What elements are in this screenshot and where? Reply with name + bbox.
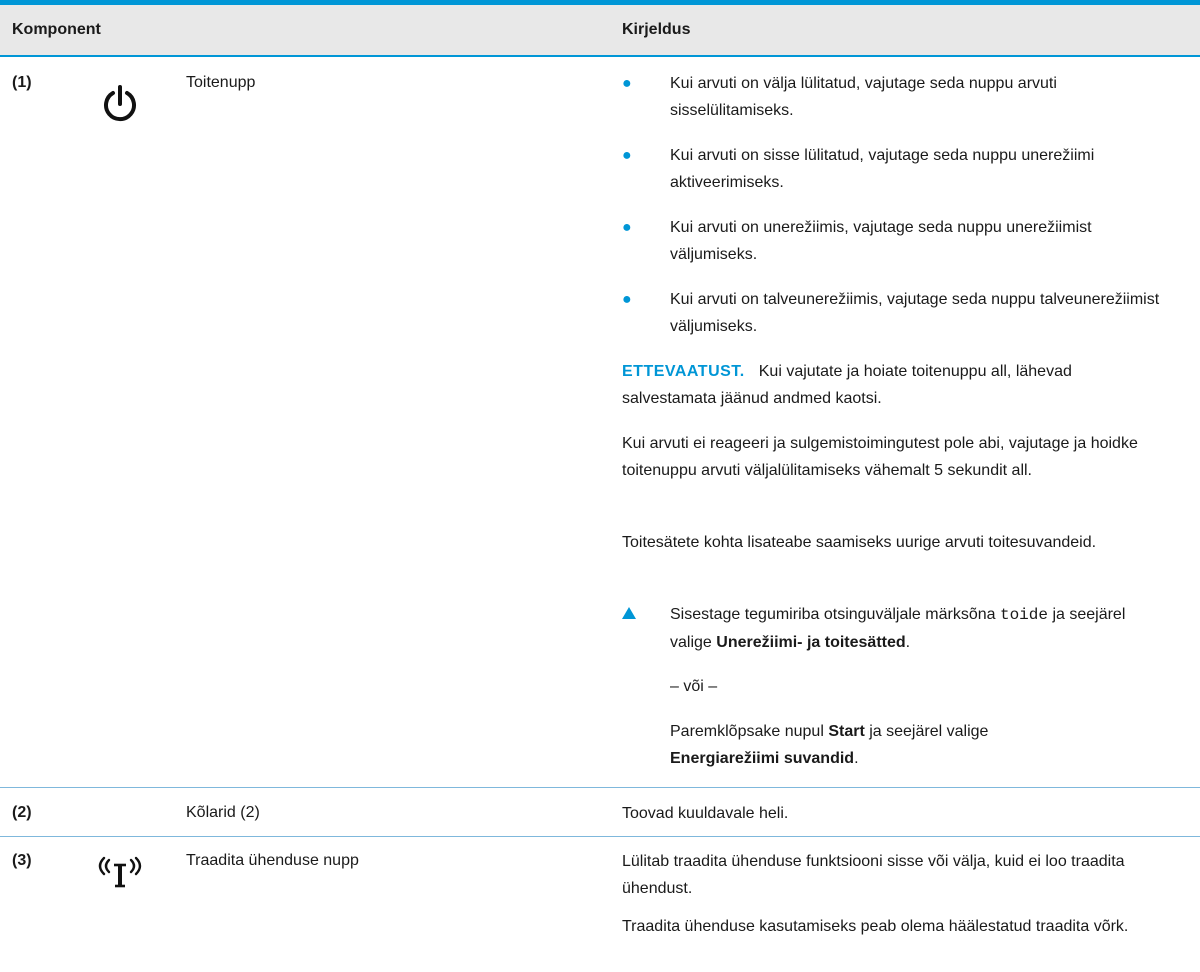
row-number: (3) [12,852,32,869]
spec-table: Komponent Kirjeldus (1) Toitenupp ● Kui … [0,0,1200,972]
component-name: Kõlarid (2) [186,804,260,821]
description-paragraph: Kui arvuti ei reageeri ja sulgemistoimin… [622,435,1138,479]
bullet-text: Kui arvuti on talveunerežiimis, vajutage… [670,291,1160,335]
description-paragraph: Lülitab traadita ühenduse funktsiooni si… [622,853,1125,897]
step-code: toide [999,606,1048,624]
or-separator: – või – [670,678,718,695]
component-name: Toitenupp [186,74,256,91]
alt-bold-option: Energiarežiimi suvandid [670,750,855,767]
row-divider [0,787,1200,788]
power-icon [100,83,140,128]
step-bold: Unerežiimi- ja toitesätted [716,634,906,651]
bullet-dot: ● [622,219,632,236]
caution-note: ETTEVAATUST. Kui vajutate ja hoiate toite… [622,358,1162,412]
description-paragraph: Toovad kuuldavale heli. [622,805,789,822]
bullet-dot: ● [622,291,632,308]
header-description: Kirjeldus [622,21,691,38]
description-paragraph: Traadita ühenduse kasutamiseks peab olem… [622,918,1129,935]
bullet-text: Kui arvuti on välja lülitatud, vajutage … [670,75,1057,119]
caution-label: ETTEVAATUST. [622,363,745,380]
bullet-dot: ● [622,147,632,164]
row-number: (1) [12,74,32,91]
bullet-text: Kui arvuti on sisse lülitatud, vajutage … [670,147,1095,191]
alt-bold-start: Start [828,723,865,740]
wireless-icon [96,855,144,896]
row-number: (2) [12,804,32,821]
description-paragraph: Toitesätete kohta lisateabe saamiseks uu… [622,534,1097,551]
row-divider [0,836,1200,837]
step-triangle-icon [622,607,636,619]
header-component: Komponent [12,21,101,38]
alt-step-text: Paremklõpsake nupul Start ja seejärel va… [670,723,989,767]
step-text: Sisestage tegumiriba otsinguväljale märk… [670,606,1126,651]
bullet-text: Kui arvuti on unerežiimis, vajutage seda… [670,219,1092,263]
bullet-dot: ● [622,75,632,92]
table-header: Komponent Kirjeldus [0,5,1200,57]
component-name: Traadita ühenduse nupp [186,852,359,869]
